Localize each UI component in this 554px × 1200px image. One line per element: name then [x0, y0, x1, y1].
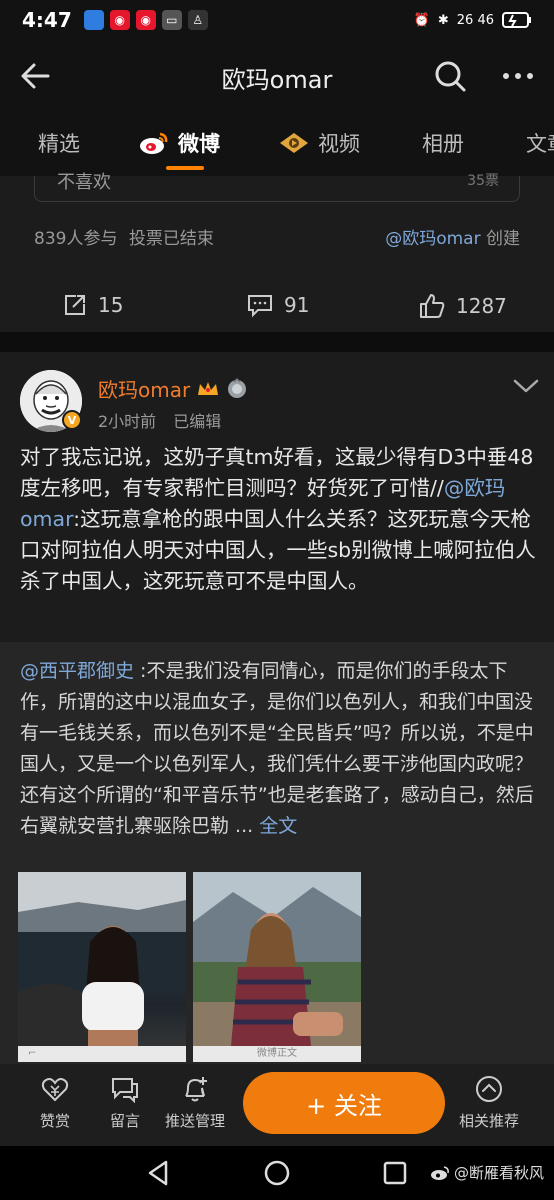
repost-button[interactable]: 15 — [62, 292, 123, 318]
page-title: 欧玛omar — [221, 66, 333, 94]
related-recommend-button[interactable]: 相关推荐 — [449, 1074, 529, 1131]
poll-status: 投票已结束 — [128, 229, 214, 249]
repost-count: 15 — [98, 293, 124, 317]
bell-plus-icon — [185, 1077, 207, 1102]
notification-icons: ◉ ◉ ▭ ♙ — [83, 10, 208, 30]
thumbs-up-icon — [420, 294, 445, 318]
poll-option[interactable]: 不喜欢 35票 — [34, 172, 520, 202]
crown-icon — [198, 381, 219, 395]
message-icon: ▭ — [161, 10, 182, 30]
reward-button[interactable]: 赞赏 — [15, 1074, 95, 1131]
watermark: @断雁看秋风 — [430, 1162, 544, 1183]
poll-participants: 839人参与 — [34, 229, 118, 249]
weibo-post: V 欧玛omar 2小时前 已编辑 对了我忘记说，这奶子真tm好看，这最少得有D… — [0, 352, 554, 1072]
card-divider — [0, 332, 554, 352]
push-settings-button[interactable]: 推送管理 — [155, 1074, 235, 1131]
poll-creator-link[interactable]: @欧玛omar — [385, 229, 480, 249]
repost-icon — [65, 295, 85, 315]
photo-woman-mountains — [193, 872, 361, 1046]
signal-icon: 26 46 — [456, 12, 494, 28]
nav-back-icon[interactable] — [144, 1158, 174, 1188]
top-bar: 欧玛omar — [0, 40, 554, 112]
bluetooth-icon: ✱ — [437, 12, 449, 28]
nav-home-icon[interactable] — [262, 1158, 292, 1188]
like-button[interactable]: 1287 — [418, 292, 507, 320]
tab-featured[interactable]: 精选 — [38, 128, 80, 158]
verified-badge-icon: V — [62, 410, 82, 430]
reposted-text: @西平郡御史 :不是我们没有同情心，而是你们的手段太下作，所谓的这中以混血女子，… — [20, 660, 534, 837]
status-bar: 4:47 ◉ ◉ ▭ ♙ ⏰ ✱ 26 46 — [0, 0, 554, 40]
bottom-action-bar: 赞赏 留言 推送管理 + 关注 相关推荐 — [0, 1064, 554, 1146]
chevron-down-icon[interactable] — [512, 376, 540, 396]
comment-button[interactable]: 91 — [246, 292, 309, 318]
nav-recents-icon[interactable] — [380, 1158, 410, 1188]
comment-count: 91 — [284, 293, 310, 317]
battery-icon — [502, 12, 531, 28]
status-time: 4:47 — [22, 8, 72, 32]
medal-icon — [228, 377, 247, 398]
post-image-2[interactable]: 微博正文 — [193, 872, 361, 1062]
system-nav-bar: @断雁看秋风 — [0, 1146, 554, 1200]
post-text: 对了我忘记说，这奶子真tm好看，这最少得有D3中垂48度左移吧，有专家帮忙目测吗… — [20, 445, 536, 593]
tab-weibo[interactable]: 微博 — [138, 128, 220, 158]
active-tab-indicator — [166, 166, 204, 170]
poll-option-text: 不喜欢 — [57, 172, 111, 193]
message-button[interactable]: 留言 — [85, 1074, 165, 1131]
weibo-icon: ◉ — [109, 10, 130, 30]
post-meta: 2小时前 已编辑 — [98, 408, 233, 432]
image-caption: 微博正文 — [193, 1046, 361, 1062]
post-actions: 15 91 1287 — [0, 288, 554, 324]
reposted-content[interactable]: @西平郡御史 :不是我们没有同情心，而是你们的手段太下作，所谓的这中以混血女子，… — [0, 642, 554, 1072]
search-icon[interactable] — [432, 58, 468, 94]
tab-album[interactable]: 相册 — [422, 128, 464, 158]
profile-tabs: 精选 微博 视频 相册 文章 — [0, 112, 554, 176]
full-text-link[interactable]: 全文 — [259, 815, 297, 837]
tab-video[interactable]: 视频 — [278, 128, 360, 158]
weibo-logo-icon — [140, 132, 168, 154]
like-count: 1287 — [456, 294, 507, 318]
weibo-icon: ◉ — [135, 10, 156, 30]
qq-icon: ♙ — [187, 10, 208, 30]
poll-meta: 839人参与 投票已结束 — [34, 224, 214, 249]
post-time: 2小时前 — [98, 412, 157, 431]
poll-option-count: 35票 — [467, 173, 499, 189]
comment-icon — [248, 295, 272, 318]
photo-woman-coast — [18, 872, 186, 1062]
chat-icon — [112, 1078, 138, 1104]
more-options-icon[interactable] — [498, 58, 538, 94]
repost-author-link[interactable]: @西平郡御史 — [20, 660, 134, 682]
video-icon — [280, 133, 308, 153]
system-icons: ⏰ ✱ 26 46 — [414, 12, 532, 28]
shield-icon — [83, 10, 104, 30]
post-author[interactable]: 欧玛omar — [98, 374, 248, 403]
follow-button[interactable]: + 关注 — [243, 1072, 445, 1134]
poll-creator: @欧玛omar 创建 — [385, 229, 520, 249]
tab-articles[interactable]: 文章 — [526, 128, 554, 158]
up-circle-icon — [476, 1076, 502, 1102]
alarm-icon: ⏰ — [413, 12, 430, 28]
previous-post-card: 不喜欢 35票 839人参与 投票已结束 @欧玛omar 创建 15 91 12… — [0, 172, 554, 332]
weibo-logo-icon — [430, 1165, 449, 1180]
post-image-1[interactable]: ⌐ — [18, 872, 186, 1062]
reward-icon — [41, 1078, 69, 1102]
post-edited[interactable]: 已编辑 — [173, 412, 221, 431]
